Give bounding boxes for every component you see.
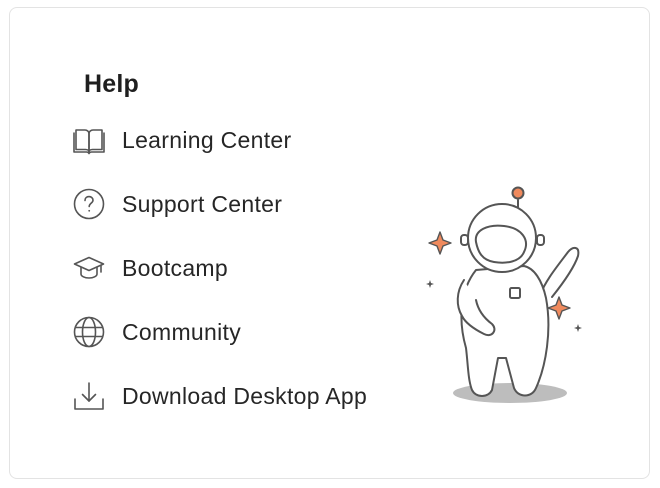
help-item-label: Bootcamp <box>122 255 228 281</box>
question-icon <box>72 187 106 221</box>
download-icon <box>72 379 106 413</box>
help-item-label: Download Desktop App <box>122 383 368 409</box>
help-item-learning-center[interactable]: Learning Center <box>72 121 367 159</box>
graduation-cap-icon <box>72 251 106 285</box>
help-item-label: Learning Center <box>122 127 292 153</box>
help-item-community[interactable]: Community <box>72 313 367 351</box>
help-item-download-desktop-app[interactable]: Download Desktop App <box>72 377 367 415</box>
help-item-label: Support Center <box>122 191 283 217</box>
help-item-bootcamp[interactable]: Bootcamp <box>72 249 367 287</box>
help-list: Learning Center Support Center Bootcamp <box>72 121 367 441</box>
help-item-support-center[interactable]: Support Center <box>72 185 367 223</box>
globe-icon <box>72 315 106 349</box>
astronaut-illustration <box>418 180 593 410</box>
help-item-label: Community <box>122 319 242 345</box>
book-icon <box>72 123 106 157</box>
help-title: Help <box>84 70 139 98</box>
